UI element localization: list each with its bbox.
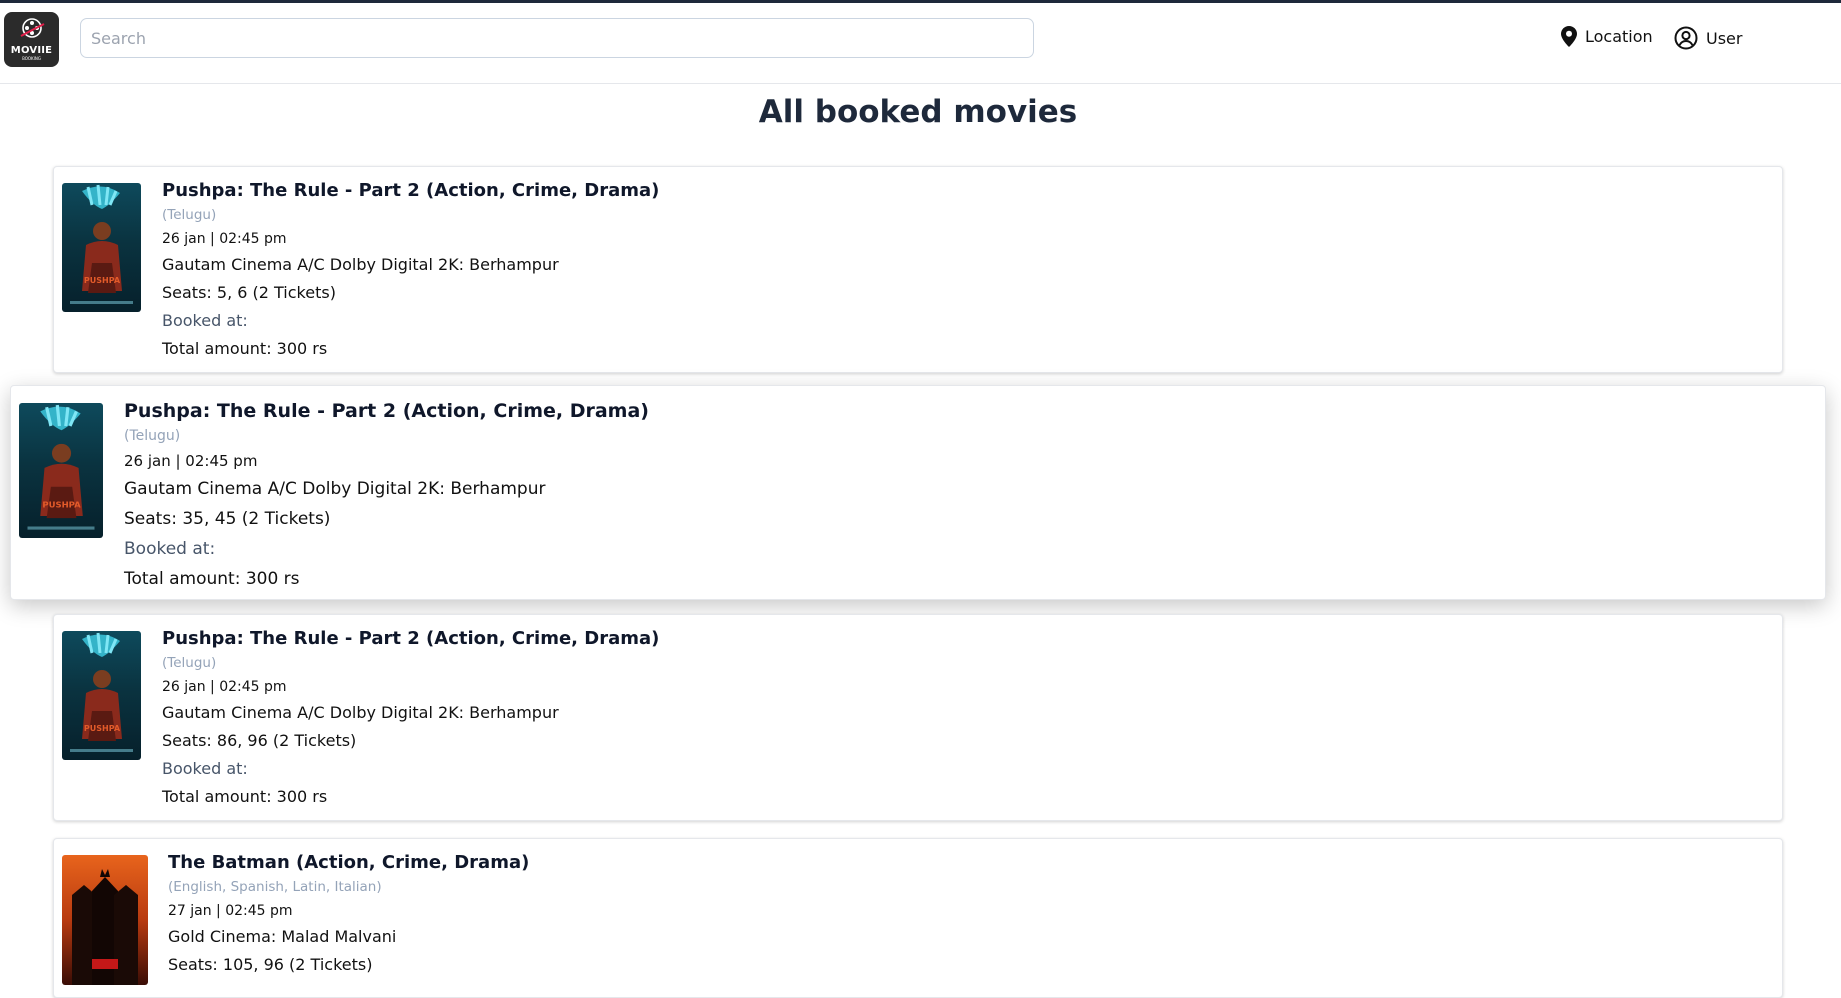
movie-title: The Batman (Action, Crime, Drama) [168,852,530,873]
booked-at: Booked at: [124,539,216,559]
show-datetime: 26 jan | 02:45 pm [162,231,287,247]
show-datetime: 26 jan | 02:45 pm [124,452,258,470]
movie-language: (English, Spanish, Latin, Italian) [168,879,382,895]
movie-title: Pushpa: The Rule - Part 2 (Action, Crime… [124,400,649,422]
location-label: Location [1585,27,1653,46]
svg-text:PUSHPA: PUSHPA [84,724,121,733]
svg-text:PUSHPA: PUSHPA [84,276,121,285]
seat-info: Seats: 35, 45 (2 Tickets) [124,509,331,529]
seat-info: Seats: 105, 96 (2 Tickets) [168,955,373,974]
navbar: MOVIIE BOOKING Location User [0,3,1841,84]
show-datetime: 27 jan | 02:45 pm [168,903,293,919]
movie-language: (Telugu) [162,207,217,223]
seat-info: Seats: 86, 96 (2 Tickets) [162,731,357,750]
logo-name: MOVIIE [10,45,53,56]
user-button[interactable]: User [1674,26,1742,50]
map-pin-icon [1561,26,1577,47]
user-circle-icon [1674,26,1698,50]
show-datetime: 26 jan | 02:45 pm [162,679,287,695]
movie-title: Pushpa: The Rule - Part 2 (Action, Crime… [162,180,660,201]
seat-info: Seats: 5, 6 (2 Tickets) [162,283,336,302]
cinema-name: Gold Cinema: Malad Malvani [168,927,397,946]
page-title: All booked movies [758,94,1078,130]
search-input[interactable] [80,18,1034,58]
user-label: User [1706,28,1743,48]
pushpa-poster: PUSHPA [62,183,141,312]
movie-language: (Telugu) [162,655,217,671]
booking-card[interactable]: The Batman (Action, Crime, Drama) (Engli… [53,838,1783,998]
pushpa-poster: PUSHPA [19,403,103,538]
cinema-name: Gautam Cinema A/C Dolby Digital 2K: Berh… [162,255,559,274]
booking-card[interactable]: PUSHPA Pushpa: The Rule - Part 2 (Action… [53,166,1783,373]
total-amount: Total amount: 300 rs [162,339,328,358]
booking-card[interactable]: PUSHPA Pushpa: The Rule - Part 2 (Action… [53,614,1783,821]
svg-text:PUSHPA: PUSHPA [42,500,81,510]
total-amount: Total amount: 300 rs [124,569,300,589]
movie-title: Pushpa: The Rule - Part 2 (Action, Crime… [162,628,660,649]
app-logo[interactable]: MOVIIE BOOKING [4,12,59,67]
movie-language: (Telugu) [124,428,181,444]
cinema-name: Gautam Cinema A/C Dolby Digital 2K: Berh… [124,479,546,499]
location-button[interactable]: Location [1561,26,1653,47]
booked-at: Booked at: [162,311,248,330]
booked-at: Booked at: [162,759,248,778]
batman-poster [62,855,148,985]
pushpa-poster: PUSHPA [62,631,141,760]
logo-subtitle: BOOKING [22,56,41,61]
film-reel-icon [20,18,45,38]
booking-card-hovered[interactable]: PUSHPA Pushpa: The Rule - Part 2 (Action… [10,385,1826,600]
cinema-name: Gautam Cinema A/C Dolby Digital 2K: Berh… [162,703,559,722]
total-amount: Total amount: 300 rs [162,787,328,806]
